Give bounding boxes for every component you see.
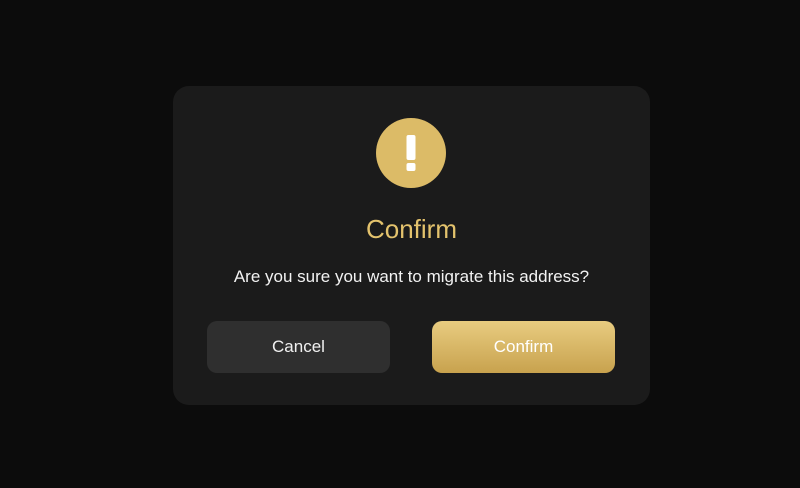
dialog-title: Confirm (365, 214, 457, 244)
cancel-button[interactable]: Cancel (207, 321, 390, 373)
confirm-button[interactable]: Confirm (432, 321, 615, 373)
dialog-message: Are you sure you want to migrate this ad… (233, 267, 590, 286)
confirm-button-label: Confirm (493, 337, 554, 356)
exclamation-glyph (406, 135, 416, 171)
cancel-button-label: Cancel (272, 337, 325, 356)
confirm-dialog: Confirm Are you sure you want to migrate… (173, 86, 650, 405)
exclamation-icon (376, 118, 446, 188)
